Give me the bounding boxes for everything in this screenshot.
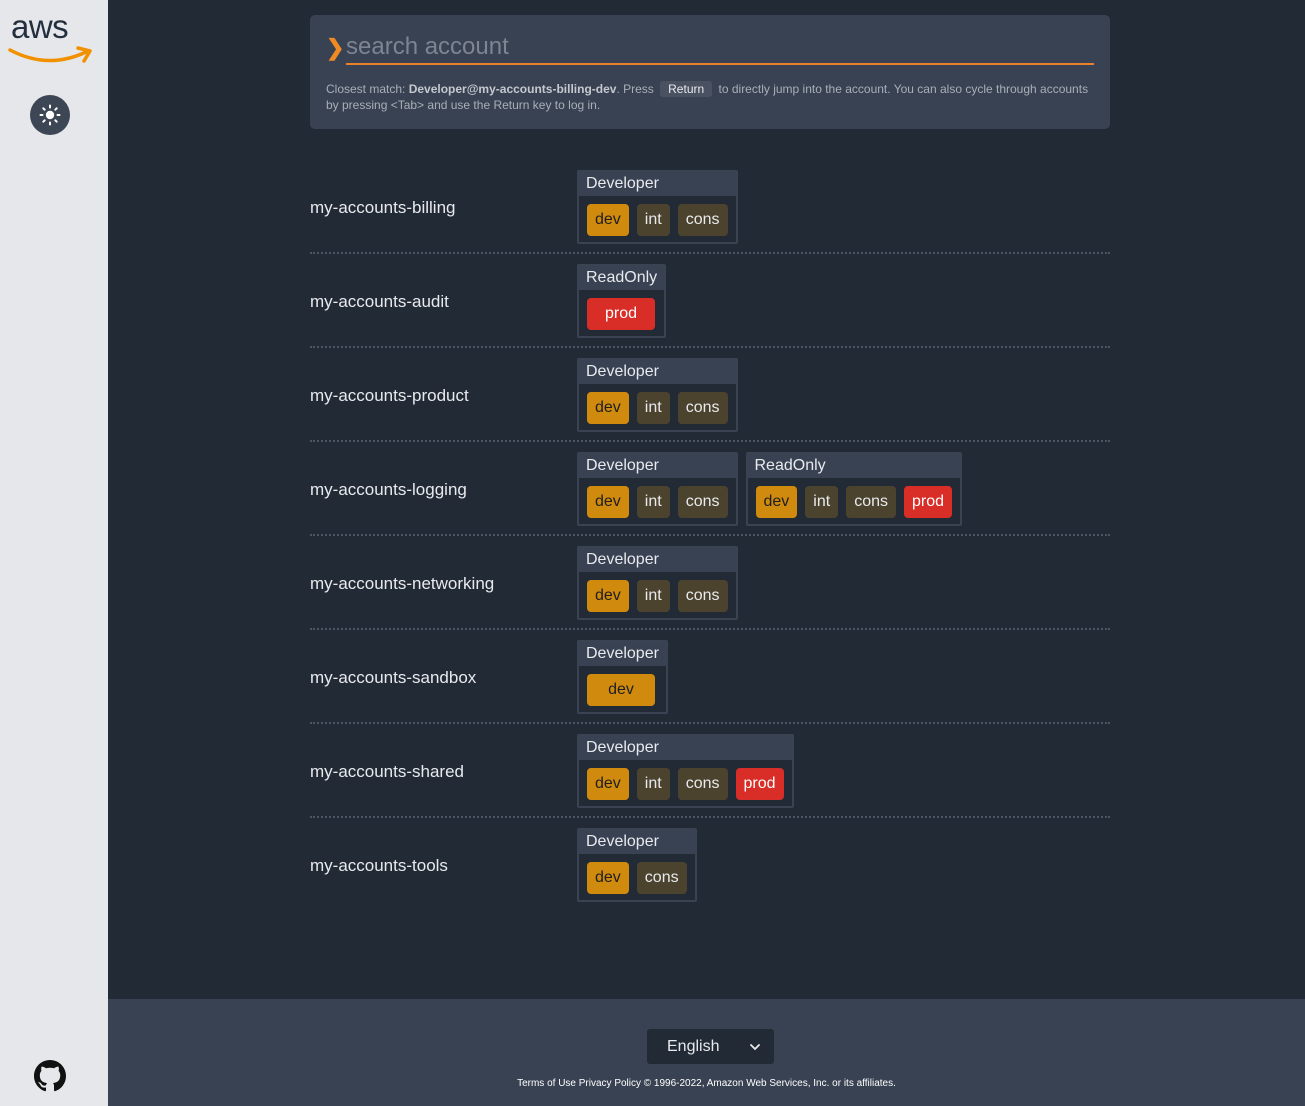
search-input[interactable] (346, 33, 1094, 65)
account-roles: Developer dev int cons (577, 358, 738, 432)
closest-match: Developer@my-accounts-billing-dev (408, 82, 617, 96)
env-button-cons[interactable]: cons (677, 204, 728, 236)
account-name: my-accounts-sandbox (310, 668, 477, 687)
role-title: Developer (579, 642, 666, 666)
main-content: ❯ Closest match: Developer@my-accounts-b… (108, 0, 1305, 999)
account-roles: Developer dev int cons (577, 170, 738, 244)
env-button-dev[interactable]: dev (587, 392, 629, 424)
account-roles: ReadOnly prod (577, 264, 667, 338)
env-buttons: dev int cons (579, 196, 736, 242)
role-title: ReadOnly (579, 266, 665, 290)
footer: English Terms of Use Privacy Policy © 19… (108, 999, 1305, 1106)
env-button-prod[interactable]: prod (735, 768, 784, 800)
env-button-int[interactable]: int (636, 204, 670, 236)
env-buttons: dev int cons (579, 384, 736, 430)
account-name: my-accounts-audit (310, 292, 449, 311)
account-row: my-accounts-product Developer dev int cons (310, 348, 1110, 442)
env-button-int[interactable]: int (636, 486, 670, 518)
env-button-dev[interactable]: dev (755, 486, 798, 518)
env-button-dev[interactable]: dev (587, 486, 629, 518)
env-button-int[interactable]: int (636, 580, 670, 612)
env-button-dev[interactable]: dev (587, 580, 629, 612)
role-card: ReadOnly prod (577, 264, 667, 338)
env-buttons: dev int cons prod (579, 760, 792, 806)
env-button-cons[interactable]: cons (677, 580, 728, 612)
env-button-dev[interactable]: dev (587, 862, 629, 894)
env-button-dev[interactable]: dev (587, 204, 629, 236)
role-card: Developer dev (577, 640, 668, 714)
role-title: ReadOnly (747, 454, 961, 478)
footer-legal-text: Terms of Use Privacy Policy © 1996-2022,… (517, 1078, 896, 1089)
language-select-value: English (667, 1037, 720, 1055)
env-button-dev[interactable]: dev (587, 674, 655, 706)
env-button-cons[interactable]: cons (636, 862, 687, 894)
role-card: Developer dev int cons (577, 170, 738, 244)
account-row: my-accounts-logging Developer dev int cons Re… (310, 442, 1110, 536)
aws-logo-text: aws (11, 8, 69, 45)
account-row: my-accounts-tools Developer dev cons (310, 818, 1110, 912)
search-hint: Closest match: Developer@my-accounts-bil… (326, 81, 1096, 113)
role-title: Developer (579, 454, 736, 478)
sidebar: aws (0, 0, 108, 1106)
account-roles: Developer dev int cons (577, 546, 738, 620)
env-buttons: dev (579, 666, 666, 712)
role-title: Developer (579, 172, 736, 196)
role-title: Developer (579, 360, 736, 384)
env-buttons: dev int cons (579, 478, 736, 524)
language-select[interactable]: English (647, 1029, 774, 1064)
env-button-cons[interactable]: cons (677, 486, 728, 518)
account-name: my-accounts-shared (310, 762, 465, 781)
theme-toggle-button[interactable] (30, 95, 70, 135)
account-name: my-accounts-networking (310, 574, 495, 593)
role-card: Developer dev cons (577, 828, 697, 902)
env-button-dev[interactable]: dev (587, 768, 629, 800)
env-button-cons[interactable]: cons (677, 768, 728, 800)
env-buttons: dev int cons prod (748, 478, 961, 524)
account-name: my-accounts-tools (310, 856, 448, 875)
env-button-prod[interactable]: prod (587, 298, 655, 330)
chevron-right-icon: ❯ (326, 35, 345, 60)
sun-icon (39, 104, 61, 126)
role-card: ReadOnly dev int cons prod (745, 452, 963, 526)
account-row: my-accounts-billing Developer dev int cons (310, 160, 1110, 254)
env-button-int[interactable]: int (636, 392, 670, 424)
aws-logo[interactable]: aws (8, 8, 96, 66)
account-roles: Developer dev int cons ReadOnly dev int cons pro… (577, 452, 963, 526)
account-name: my-accounts-logging (310, 480, 467, 499)
role-card: Developer dev int cons (577, 452, 738, 526)
env-button-int[interactable]: int (805, 486, 839, 518)
env-button-cons[interactable]: cons (677, 392, 728, 424)
role-card: Developer dev int cons (577, 358, 738, 432)
env-buttons: dev cons (579, 854, 695, 900)
env-button-int[interactable]: int (636, 768, 670, 800)
return-key-badge: Return (660, 81, 713, 97)
account-row: my-accounts-networking Developer dev int con… (310, 536, 1110, 630)
chevron-down-icon (750, 1043, 760, 1050)
account-row: my-accounts-sandbox Developer dev (310, 630, 1110, 724)
hint-prefix: Closest match: (326, 82, 409, 96)
hint-mid: . Press (616, 82, 658, 96)
account-row: my-accounts-audit ReadOnly prod (310, 254, 1110, 348)
env-button-prod[interactable]: prod (904, 486, 953, 518)
env-button-cons[interactable]: cons (846, 486, 896, 518)
account-roles: Developer dev int cons prod (577, 734, 794, 808)
env-buttons: prod (579, 290, 664, 336)
account-roles: Developer dev cons (577, 828, 697, 902)
role-title: Developer (579, 548, 736, 572)
search-panel: ❯ Closest match: Developer@my-accounts-b… (310, 15, 1110, 129)
account-list: my-accounts-billing Developer dev int cons my… (310, 160, 1110, 912)
role-card: Developer dev int cons prod (577, 734, 794, 808)
account-roles: Developer dev (577, 640, 668, 714)
github-icon[interactable] (34, 1060, 66, 1092)
role-title: Developer (579, 736, 792, 760)
env-buttons: dev int cons (579, 572, 736, 618)
role-card: Developer dev int cons (577, 546, 738, 620)
role-title: Developer (579, 830, 695, 854)
account-row: my-accounts-shared Developer dev int cons pro… (310, 724, 1110, 818)
aws-smile-icon (8, 46, 92, 63)
account-name: my-accounts-billing (310, 198, 456, 217)
account-name: my-accounts-product (310, 386, 469, 405)
